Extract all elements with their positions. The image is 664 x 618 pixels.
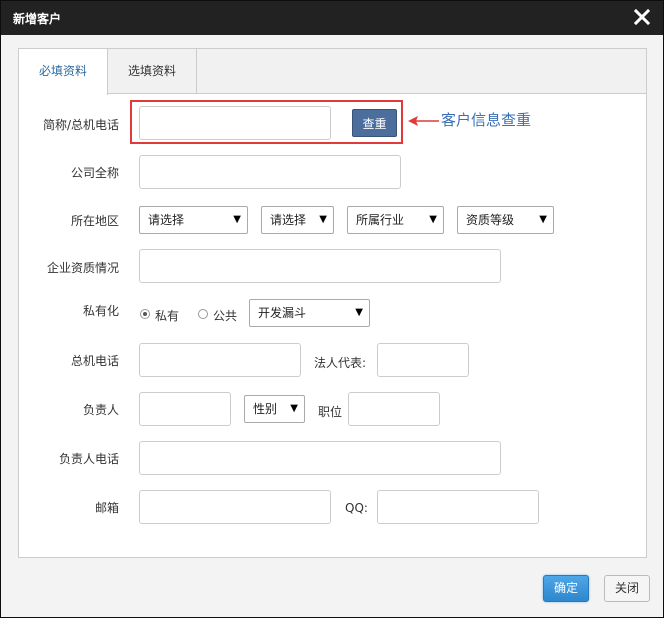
- annotation-highlight-box: [130, 100, 403, 144]
- close-button[interactable]: 关闭: [604, 575, 650, 602]
- tab-bar: 必填资料 选填资料: [19, 49, 646, 95]
- annotation-arrow-icon: [408, 116, 439, 126]
- gender-select[interactable]: 性别 ▼: [244, 395, 305, 423]
- owner-phone-label: 负责人电话: [58, 452, 119, 466]
- level-select-value: 资质等级: [466, 213, 515, 227]
- chevron-down-icon: ▼: [290, 403, 298, 414]
- position-input[interactable]: [348, 392, 440, 426]
- add-customer-dialog: 新增客户 必填资料 选填资料 简称/总机电话 查重 客户信息查重 公司全称 所在…: [0, 0, 664, 618]
- qualification-label: 企业资质情况: [46, 261, 119, 275]
- chevron-down-icon: ▼: [539, 214, 547, 225]
- main-phone-label: 总机电话: [70, 354, 119, 368]
- owner-phone-input[interactable]: [139, 441, 501, 475]
- funnel-select-value: 开发漏斗: [258, 306, 307, 320]
- qq-input[interactable]: [377, 490, 539, 524]
- privacy-radio-public[interactable]: [198, 309, 208, 319]
- dialog-title: 新增客户: [13, 12, 62, 26]
- gender-select-value: 性别: [253, 402, 278, 416]
- city-select-value: 请选择: [270, 213, 307, 227]
- full-name-input[interactable]: [139, 155, 401, 189]
- owner-label: 负责人: [82, 403, 119, 417]
- privacy-radio-private[interactable]: [140, 309, 150, 319]
- legal-rep-input[interactable]: [377, 343, 469, 377]
- owner-input[interactable]: [139, 392, 231, 426]
- level-select[interactable]: 资质等级 ▼: [457, 206, 554, 234]
- full-name-label: 公司全称: [70, 166, 119, 180]
- close-icon[interactable]: [631, 6, 653, 28]
- main-phone-input[interactable]: [139, 343, 301, 377]
- industry-select-value: 所属行业: [356, 213, 405, 227]
- legal-rep-label: 法人代表:: [314, 356, 367, 370]
- region-label: 所在地区: [70, 214, 119, 228]
- city-select[interactable]: 请选择 ▼: [261, 206, 334, 234]
- chevron-down-icon: ▼: [429, 214, 437, 225]
- chevron-down-icon: ▼: [233, 214, 241, 225]
- privacy-private-label: 私有: [155, 309, 180, 323]
- funnel-select[interactable]: 开发漏斗 ▼: [249, 299, 370, 327]
- privacy-label: 私有化: [82, 304, 119, 318]
- privacy-public-label: 公共: [213, 309, 238, 323]
- short-phone-label: 简称/总机电话: [42, 118, 119, 132]
- province-select[interactable]: 请选择 ▼: [139, 206, 248, 234]
- tab-required-info[interactable]: 必填资料: [19, 49, 108, 95]
- tab-optional-info[interactable]: 选填资料: [108, 49, 197, 94]
- qq-label: QQ:: [345, 501, 368, 515]
- position-label: 职位: [318, 405, 343, 419]
- chevron-down-icon: ▼: [319, 214, 327, 225]
- confirm-button[interactable]: 确定: [543, 575, 589, 602]
- email-label: 邮箱: [94, 501, 119, 515]
- chevron-down-icon: ▼: [355, 307, 363, 318]
- province-select-value: 请选择: [148, 213, 185, 227]
- annotation-text: 客户信息查重: [441, 111, 532, 129]
- industry-select[interactable]: 所属行业 ▼: [347, 206, 444, 234]
- qualification-input[interactable]: [139, 249, 501, 283]
- email-input[interactable]: [139, 490, 331, 524]
- dialog-titlebar: 新增客户: [1, 1, 663, 35]
